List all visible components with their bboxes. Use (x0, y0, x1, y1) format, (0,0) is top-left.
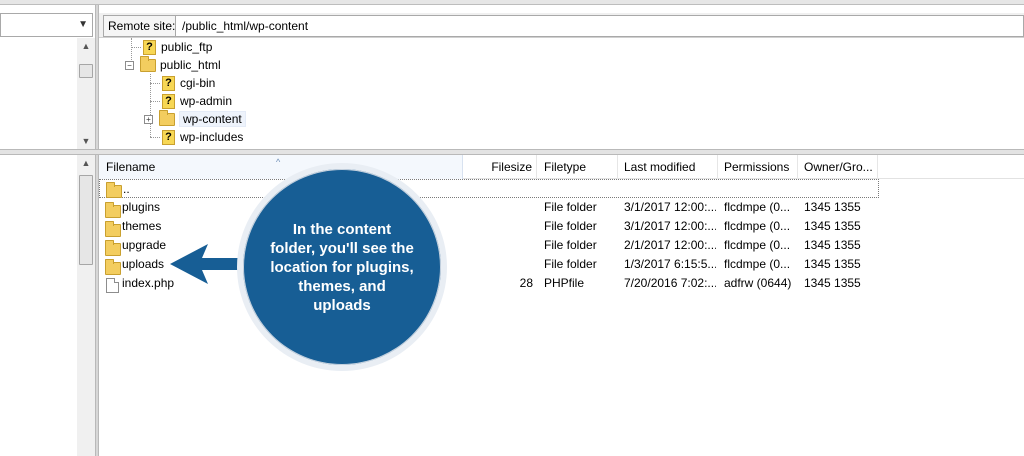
file-permissions: adfrw (0644) (724, 276, 792, 290)
file-owner: 1345 1355 (804, 238, 861, 252)
folder-icon (140, 55, 156, 72)
remote-path-input[interactable]: /public_html/wp-content (175, 15, 1024, 37)
column-last-modified[interactable]: Last modified (618, 155, 718, 179)
file-name: upgrade (122, 238, 167, 252)
file-permissions: flcdmpe (0... (724, 257, 791, 271)
scroll-thumb[interactable] (79, 64, 93, 78)
file-owner: 1345 1355 (804, 200, 861, 214)
file-owner: 1345 1355 (804, 276, 861, 290)
column-label: Filename (106, 160, 156, 174)
file-modified: 3/1/2017 12:00:... (624, 200, 716, 214)
file-permissions: flcdmpe (0... (724, 238, 791, 252)
question-folder-icon: ? (162, 93, 175, 109)
remote-site-label: Remote site: (103, 15, 181, 37)
file-name: index.php (122, 276, 175, 290)
remote-site-bar: Remote site: /public_html/wp-content (99, 13, 1024, 38)
file-name: uploads (122, 257, 165, 271)
scroll-thumb[interactable] (79, 175, 93, 265)
file-type: File folder (544, 219, 597, 233)
tree-item-label: cgi-bin (180, 76, 216, 90)
folder-icon (159, 109, 175, 126)
chevron-down-icon[interactable]: ▼ (78, 19, 88, 30)
tree-item-public-ftp[interactable]: ? public_ftp (131, 38, 212, 56)
column-owner-group[interactable]: Owner/Gro... (798, 155, 878, 179)
file-permissions: flcdmpe (0... (724, 219, 791, 233)
file-modified: 3/1/2017 12:00:... (624, 219, 716, 233)
file-icon (106, 278, 119, 293)
tree-item-public-html[interactable]: − public_html (125, 55, 221, 74)
table-row[interactable]: .. (99, 179, 879, 198)
file-size: 28 (519, 276, 533, 290)
table-row[interactable]: themes File folder 3/1/2017 12:00:... fl… (99, 217, 879, 237)
tree-item-label: wp-admin (180, 94, 233, 108)
tree-branch (150, 136, 160, 138)
remote-directory-tree[interactable]: ? public_ftp − public_html ? cgi-bin ? w… (99, 38, 1024, 149)
folder-icon (106, 182, 122, 198)
column-permissions[interactable]: Permissions (718, 155, 798, 179)
tree-item-cgi-bin[interactable]: ? cgi-bin (150, 74, 215, 92)
file-name: themes (122, 219, 162, 233)
list-header: Filename ^ Filesize Filetype Last modifi… (99, 155, 1024, 179)
tree-branch (150, 82, 160, 84)
callout-bubble: In the content folder, you'll see the lo… (237, 163, 447, 371)
file-owner: 1345 1355 (804, 219, 861, 233)
file-type: File folder (544, 200, 597, 214)
scroll-up-icon[interactable]: ▲ (77, 155, 95, 171)
file-modified: 7/20/2016 7:02:... (624, 276, 716, 290)
tree-item-label: wp-includes (180, 130, 244, 144)
file-name: plugins (122, 200, 161, 214)
file-type: File folder (544, 238, 597, 252)
scroll-up-icon[interactable]: ▲ (77, 38, 95, 54)
tree-branch (150, 100, 160, 102)
question-folder-icon: ? (143, 39, 156, 55)
file-modified: 1/3/2017 6:15:5... (624, 257, 716, 271)
scroll-down-icon[interactable]: ▼ (77, 133, 95, 149)
collapse-icon[interactable]: − (125, 60, 134, 70)
table-row[interactable]: plugins File folder 3/1/2017 12:00:... f… (99, 198, 879, 218)
file-permissions: flcdmpe (0... (724, 200, 791, 214)
tree-branch (131, 46, 141, 48)
tree-item-wp-content[interactable]: + wp-content (144, 109, 246, 128)
local-list-scrollbar[interactable]: ▲ (77, 155, 95, 456)
local-site-combo[interactable]: ▼ (0, 13, 93, 37)
tree-item-label: public_html (160, 58, 221, 72)
column-filesize[interactable]: Filesize (463, 155, 537, 179)
callout-text: In the content folder, you'll see the lo… (270, 220, 414, 314)
top-toolbar-edge (0, 0, 1024, 5)
file-modified: 2/1/2017 12:00:... (624, 238, 716, 252)
tree-item-label: public_ftp (161, 40, 213, 54)
column-filetype[interactable]: Filetype (537, 155, 618, 179)
tree-item-wp-admin[interactable]: ? wp-admin (150, 92, 232, 110)
question-folder-icon: ? (162, 129, 175, 145)
remote-file-list[interactable]: Filename ^ Filesize Filetype Last modifi… (99, 155, 1024, 456)
expand-icon[interactable]: + (144, 114, 153, 124)
file-name: .. (123, 182, 130, 196)
file-type: File folder (544, 257, 597, 271)
tree-item-wp-includes[interactable]: ? wp-includes (150, 128, 243, 146)
local-tree-scrollbar[interactable]: ▲ ▼ (77, 38, 95, 149)
question-folder-icon: ? (162, 75, 175, 91)
file-owner: 1345 1355 (804, 257, 861, 271)
tree-item-label: wp-content (179, 111, 246, 127)
file-type: PHPfile (544, 276, 585, 290)
